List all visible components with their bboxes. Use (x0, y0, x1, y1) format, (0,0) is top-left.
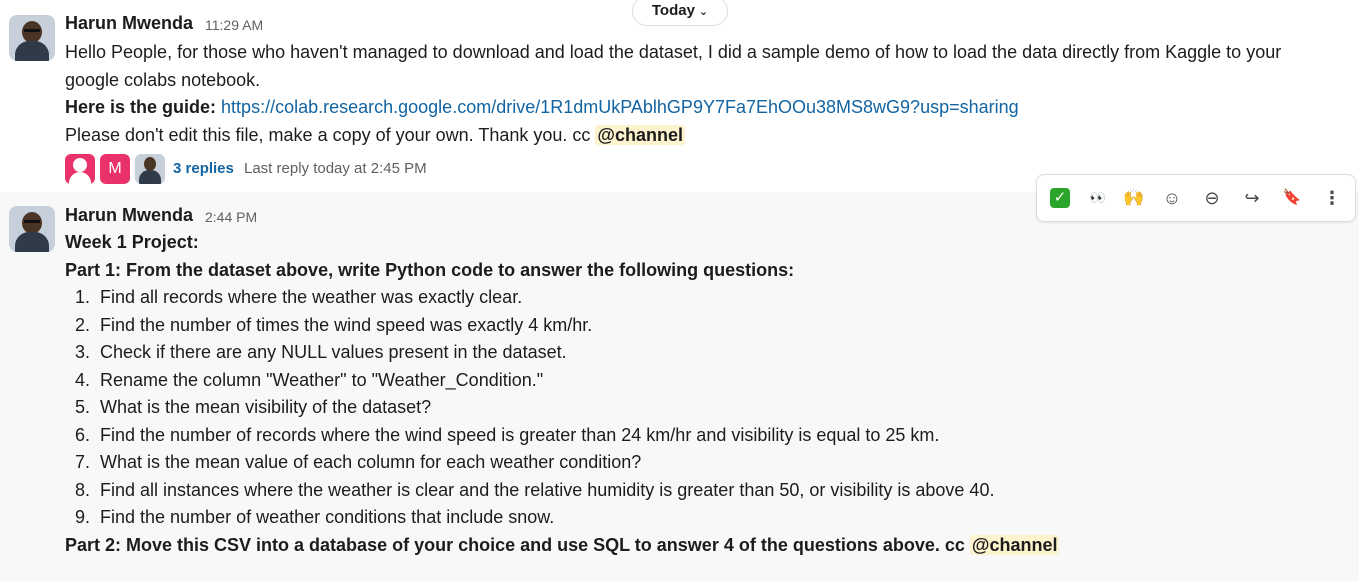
replies-count-link[interactable]: 3 replies (173, 160, 234, 177)
list-item: 6. Find the number of records where the … (74, 425, 940, 445)
channel-mention[interactable]: @channel (595, 125, 685, 145)
guide-line: Here is the guide: https://colab.researc… (65, 97, 1019, 118)
bookmark-icon[interactable]: 🔖 (1278, 184, 1306, 212)
message-timestamp[interactable]: 2:44 PM (205, 209, 257, 225)
project-title: Week 1 Project: (65, 232, 199, 252)
date-divider-label: Today (651, 2, 695, 19)
share-icon[interactable]: ↪ (1238, 184, 1266, 212)
list-item: 3. Check if there are any NULL values pr… (74, 342, 567, 362)
check-reaction-icon[interactable]: ✓ (1050, 188, 1070, 208)
reply-avatar: M (100, 154, 130, 184)
reply-avatar (65, 154, 95, 184)
eyes-reaction-icon[interactable]: 👀 (1083, 184, 1111, 212)
list-item: 1. Find all records where the weather wa… (74, 287, 523, 307)
avatar[interactable] (9, 15, 55, 61)
part2-text: Part 2: Move this CSV into a database of… (65, 535, 965, 555)
avatar[interactable] (9, 206, 55, 252)
message-text-line: Please don't edit this file, make a copy… (65, 125, 685, 146)
list-item: 9. Find the number of weather conditions… (74, 507, 555, 527)
part1-heading: Part 1: From the dataset above, write Py… (65, 260, 795, 280)
message-timestamp[interactable]: 11:29 AM (205, 17, 263, 33)
list-item: 5. What is the mean visibility of the da… (74, 397, 432, 417)
list-item: 4. Rename the column "Weather" to "Weath… (74, 370, 544, 390)
guide-label: Here is the guide: (65, 97, 217, 117)
raised-hands-reaction-icon[interactable]: 🙌 (1120, 184, 1148, 212)
add-reaction-icon[interactable]: ☺ (1158, 184, 1186, 212)
part2-heading: Part 2: Move this CSV into a database of… (65, 535, 1060, 556)
message-text: Please don't edit this file, make a copy… (65, 125, 591, 145)
reply-in-thread-icon[interactable]: ⊖ (1198, 184, 1226, 212)
list-item: 8. Find all instances where the weather … (74, 480, 995, 500)
channel-mention[interactable]: @channel (969, 535, 1060, 555)
message-actions-toolbar: ✓ 👀 🙌 ☺ ⊖ ↪ 🔖 ⋮ (1036, 174, 1356, 222)
guide-link[interactable]: https://colab.research.google.com/drive/… (221, 97, 1019, 117)
list-item: 2. Find the number of times the wind spe… (74, 315, 593, 335)
message-text-line: google colabs notebook. (65, 70, 261, 90)
chevron-down-icon: ⌄ (698, 6, 709, 18)
sender-name[interactable]: Harun Mwenda (65, 13, 193, 34)
reply-avatar (135, 154, 165, 184)
more-actions-icon[interactable]: ⋮ (1318, 184, 1346, 212)
list-item: 7. What is the mean value of each column… (74, 452, 642, 472)
date-divider-button[interactable]: Today ⌄ (632, 0, 728, 26)
sender-name[interactable]: Harun Mwenda (65, 205, 193, 226)
last-reply-text: Last reply today at 2:45 PM (244, 160, 427, 177)
message-text-line: Hello People, for those who haven't mana… (65, 42, 1282, 62)
